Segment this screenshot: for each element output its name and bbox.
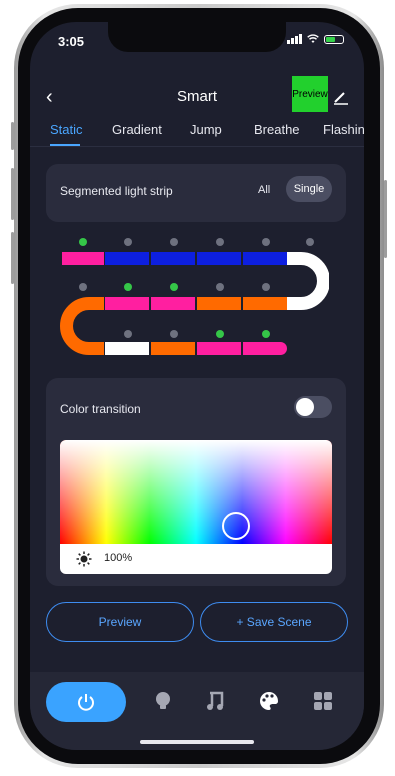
segment-2[interactable] xyxy=(105,252,149,265)
segment-check-15[interactable] xyxy=(262,330,270,338)
battery-icon xyxy=(324,34,344,44)
nav-power[interactable] xyxy=(46,682,126,722)
side-button xyxy=(384,180,387,258)
segment-check-2[interactable] xyxy=(124,238,132,246)
segment-14[interactable] xyxy=(197,342,241,355)
phone-bezel: 3:05 ‹ Smart Preview Static Gradient Jum… xyxy=(18,8,380,764)
mode-tabs: Static Gradient Jump Breathe Flashin xyxy=(30,122,364,146)
home-indicator[interactable] xyxy=(140,740,254,744)
bulb-icon[interactable] xyxy=(152,690,174,712)
preview-tag[interactable]: Preview xyxy=(292,76,328,112)
brightness-bar[interactable]: 100% xyxy=(60,544,332,574)
segment-mode-card: Segmented light strip All Single xyxy=(46,164,346,222)
segment-check-4[interactable] xyxy=(216,238,224,246)
power-icon xyxy=(78,694,94,711)
grid-icon[interactable] xyxy=(312,690,334,712)
segment-7-curve[interactable] xyxy=(60,297,104,355)
tab-gradient[interactable]: Gradient xyxy=(112,122,162,137)
segment-1[interactable] xyxy=(62,252,104,265)
tab-static[interactable]: Static xyxy=(50,122,83,137)
segment-10[interactable] xyxy=(197,297,241,310)
segment-check-7[interactable] xyxy=(79,283,87,291)
segment-check-13[interactable] xyxy=(170,330,178,338)
segment-check-1[interactable] xyxy=(79,238,87,246)
segment-13[interactable] xyxy=(151,342,195,355)
bottom-nav xyxy=(30,672,364,750)
segment-check-9[interactable] xyxy=(170,283,178,291)
segment-mode-label: Segmented light strip xyxy=(60,184,173,198)
tab-flashing[interactable]: Flashin xyxy=(323,122,364,137)
palette-icon[interactable] xyxy=(258,690,280,712)
segment-15[interactable] xyxy=(243,342,287,355)
app-screen: 3:05 ‹ Smart Preview Static Gradient Jum… xyxy=(30,22,364,750)
segment-5[interactable] xyxy=(243,252,287,265)
segment-check-11[interactable] xyxy=(262,283,270,291)
status-icons xyxy=(287,34,344,44)
wifi-icon xyxy=(307,34,319,43)
segment-3[interactable] xyxy=(151,252,195,265)
tabs-divider xyxy=(30,146,364,147)
segment-6-curve[interactable] xyxy=(287,252,329,310)
mute-switch xyxy=(11,122,14,150)
color-picker-thumb[interactable] xyxy=(222,512,250,540)
phone-frame: 3:05 ‹ Smart Preview Static Gradient Jum… xyxy=(14,4,384,768)
preview-button[interactable]: Preview xyxy=(46,602,194,642)
color-picker[interactable] xyxy=(60,440,332,544)
volume-up-button xyxy=(11,168,14,220)
segment-check-5[interactable] xyxy=(262,238,270,246)
music-icon[interactable] xyxy=(204,690,226,712)
segment-check-14[interactable] xyxy=(216,330,224,338)
segment-12[interactable] xyxy=(105,342,149,355)
light-strip xyxy=(30,232,364,382)
segment-check-6[interactable] xyxy=(306,238,314,246)
volume-down-button xyxy=(11,232,14,284)
segment-check-3[interactable] xyxy=(170,238,178,246)
brightness-icon xyxy=(76,551,92,567)
color-transition-label: Color transition xyxy=(60,402,141,416)
tab-breathe[interactable]: Breathe xyxy=(254,122,300,137)
segment-4[interactable] xyxy=(197,252,241,265)
segment-check-12[interactable] xyxy=(124,330,132,338)
color-card: Color transition 100% xyxy=(46,378,346,586)
notch xyxy=(108,22,286,52)
color-transition-toggle[interactable] xyxy=(294,396,332,418)
edit-icon[interactable] xyxy=(332,88,350,106)
segment-8[interactable] xyxy=(105,297,149,310)
tab-jump[interactable]: Jump xyxy=(190,122,222,137)
segment-check-8[interactable] xyxy=(124,283,132,291)
segment-check-10[interactable] xyxy=(216,283,224,291)
segment-11[interactable] xyxy=(243,297,287,310)
brightness-value: 100% xyxy=(104,552,133,564)
segment-all-option[interactable]: All xyxy=(258,184,270,196)
save-scene-button[interactable]: + Save Scene xyxy=(200,602,348,642)
segment-single-option[interactable]: Single xyxy=(286,176,332,202)
status-time: 3:05 xyxy=(58,34,85,49)
segment-9[interactable] xyxy=(151,297,195,310)
signal-icon xyxy=(287,34,302,44)
